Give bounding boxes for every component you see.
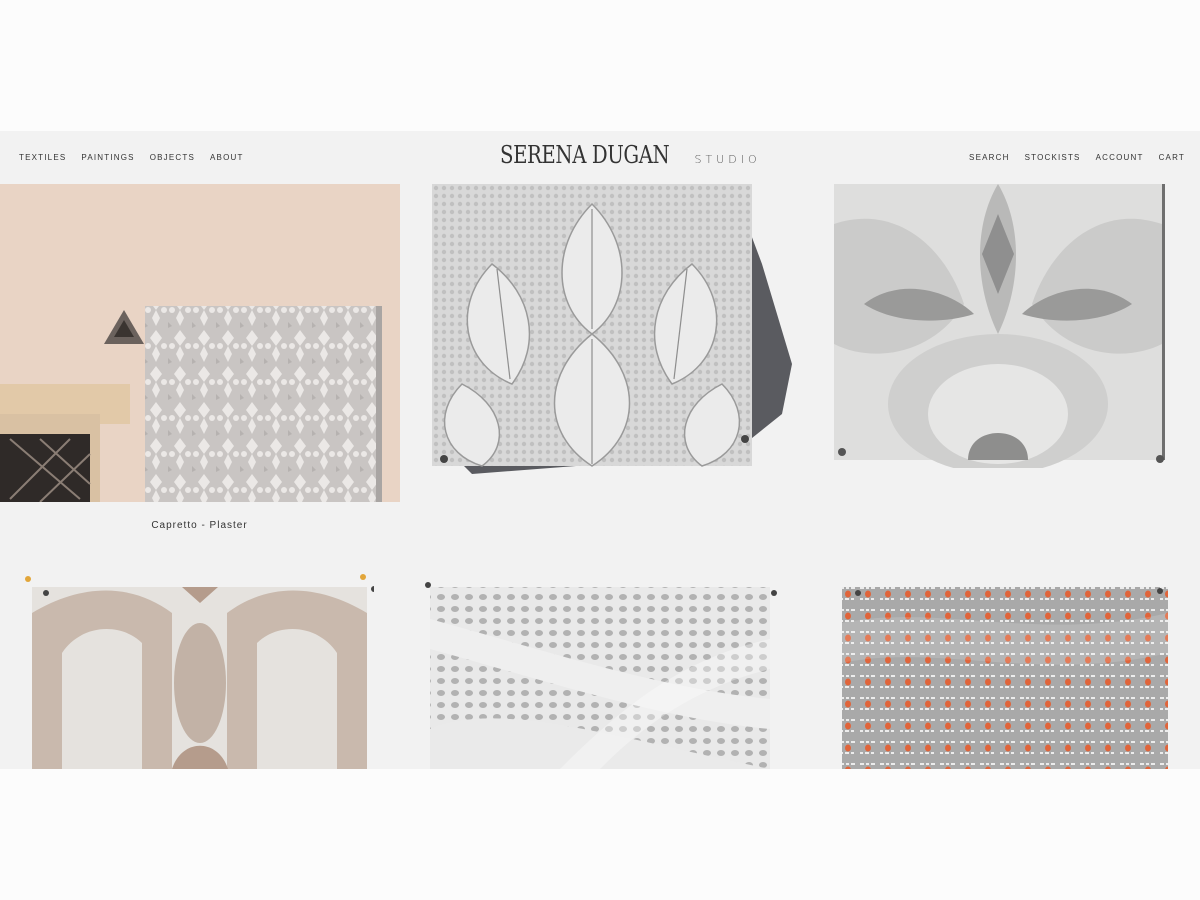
- site-header: TEXTILES PAINTINGS OBJECTS ABOUT SERENA …: [0, 131, 1200, 185]
- nav-stockists[interactable]: STOCKISTS: [1025, 153, 1081, 162]
- primary-nav: TEXTILES PAINTINGS OBJECTS ABOUT: [19, 153, 259, 162]
- brand-logo[interactable]: SERENA DUGAN STUDIO: [500, 141, 761, 169]
- nav-objects[interactable]: OBJECTS: [150, 153, 195, 162]
- nav-textiles[interactable]: TEXTILES: [19, 153, 66, 162]
- product-caption-capretto-plaster[interactable]: Capretto - Plaster: [0, 520, 399, 531]
- product-image-leaf-pattern[interactable]: [432, 184, 802, 474]
- utility-nav: SEARCH STOCKISTS ACCOUNT CART: [954, 153, 1185, 162]
- site-frame: TEXTILES PAINTINGS OBJECTS ABOUT SERENA …: [0, 131, 1200, 769]
- product-image-dots-gray[interactable]: [420, 579, 784, 769]
- product-image-arch-pattern[interactable]: [22, 573, 374, 769]
- nav-account[interactable]: ACCOUNT: [1096, 153, 1144, 162]
- product-image-capretto-plaster[interactable]: [0, 184, 400, 502]
- product-image-orange-dots[interactable]: [838, 583, 1178, 769]
- nav-paintings[interactable]: PAINTINGS: [81, 153, 134, 162]
- logo-studio: STUDIO: [694, 153, 761, 166]
- logo-wordmark: SERENA DUGAN: [500, 141, 670, 169]
- nav-search[interactable]: SEARCH: [969, 153, 1010, 162]
- product-image-floral-gray[interactable]: [834, 184, 1170, 468]
- nav-cart[interactable]: CART: [1159, 153, 1185, 162]
- nav-about[interactable]: ABOUT: [210, 153, 244, 162]
